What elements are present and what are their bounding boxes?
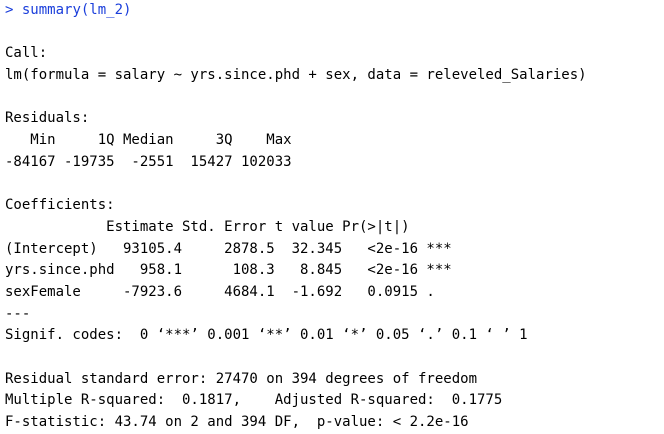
output-line: Residuals: [5,110,90,127]
output-line: Multiple R-squared: 0.1817, Adjusted R-s… [5,392,511,409]
output-line: (Intercept) 93105.4 2878.5 32.345 <2e-16… [5,240,452,257]
output-line: -84167 -19735 -2551 15427 102033 [5,153,301,170]
output-line: lm(formula = salary ~ yrs.since.phd + se… [5,67,587,84]
console-prompt: > [5,2,14,18]
output-line: Estimate Std. Error t value Pr(>|t|) [5,218,444,235]
output-line: yrs.since.phd 958.1 108.3 8.845 <2e-16 *… [5,262,452,279]
output-line: Coefficients: [5,197,115,214]
output-line: Min 1Q Median 3Q Max [5,132,301,149]
output-line: F-statistic: 43.74 on 2 and 394 DF, p-va… [5,414,469,431]
command-line[interactable]: > summary(lm_2) [5,0,664,22]
command-input[interactable]: summary(lm_2) [22,2,132,18]
r-console[interactable]: > summary(lm_2) Call: lm(formula = salar… [0,0,664,430]
output-line: Signif. codes: 0 ‘***’ 0.001 ‘**’ 0.01 ‘… [5,327,528,344]
output-line: Residual standard error: 27470 on 394 de… [5,370,478,387]
output-line: sexFemale -7923.6 4684.1 -1.692 0.0915 . [5,283,452,300]
output-line: Call: [5,45,48,62]
output-line: --- [5,305,31,322]
